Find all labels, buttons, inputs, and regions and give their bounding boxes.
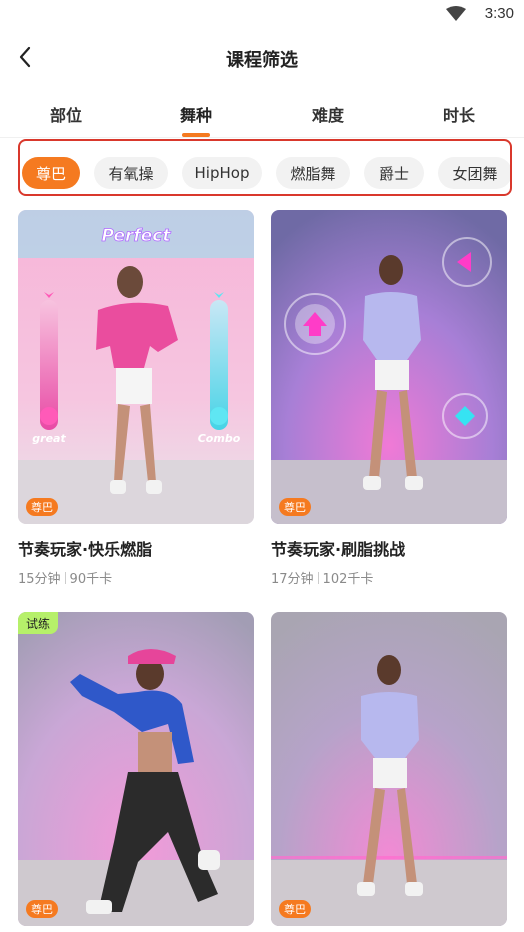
course-calories: 90千卡: [69, 572, 113, 587]
meta-divider: [64, 571, 66, 584]
header: 课程筛选: [0, 34, 524, 80]
course-card[interactable]: Perfect great Combo 尊巴 节奏玩家·快乐燃脂 15分钟 90…: [18, 210, 254, 587]
course-meta: 15分钟 90千卡: [18, 568, 254, 587]
trial-badge: 试练: [18, 612, 59, 634]
course-thumbnail[interactable]: 试练 尊巴: [18, 612, 254, 926]
course-duration: 17分钟: [271, 572, 314, 587]
course-title[interactable]: 节奏玩家·刷脂挑战: [271, 536, 507, 560]
great-label: great: [32, 432, 66, 445]
status-bar: 3:30: [0, 0, 524, 28]
tab-difficulty[interactable]: 难度: [288, 102, 368, 126]
course-card[interactable]: 试练 尊巴: [18, 612, 254, 926]
tab-dance-type[interactable]: 舞种: [156, 102, 236, 126]
active-tab-indicator: [182, 133, 210, 137]
chip-hiphop[interactable]: HipHop: [182, 157, 262, 189]
course-card[interactable]: 尊巴 节奏玩家·刷脂挑战 17分钟 102千卡: [271, 210, 507, 587]
wifi-icon: [446, 6, 466, 21]
dancer-image: Perfect great Combo: [18, 210, 254, 524]
chip-jazz[interactable]: 爵士: [364, 157, 424, 189]
dancer-image: [18, 612, 254, 926]
dance-type-badge: 尊巴: [26, 498, 58, 516]
course-calories: 102千卡: [322, 572, 374, 587]
course-thumbnail[interactable]: 尊巴: [271, 612, 507, 926]
meta-divider: [317, 571, 319, 584]
perfect-label: Perfect: [101, 226, 171, 246]
chip-girl-group-dance[interactable]: 女团舞: [438, 157, 510, 189]
dancer-image: [271, 210, 507, 524]
dance-type-badge: 尊巴: [279, 498, 311, 516]
page-title: 课程筛选: [226, 50, 298, 71]
status-time: 3:30: [484, 5, 514, 22]
dancer-image: [271, 612, 507, 926]
tab-body-part[interactable]: 部位: [26, 102, 106, 126]
course-duration: 15分钟: [18, 572, 61, 587]
chip-zumba[interactable]: 尊巴: [22, 157, 80, 189]
dance-type-filter-row: 尊巴 有氧操 HipHop 燃脂舞 爵士 女团舞: [18, 139, 512, 196]
dance-type-badge: 尊巴: [279, 900, 311, 918]
chip-fat-burning-dance[interactable]: 燃脂舞: [276, 157, 350, 189]
combo-label: Combo: [198, 432, 241, 445]
tab-duration[interactable]: 时长: [419, 102, 499, 126]
course-card[interactable]: 尊巴: [271, 612, 507, 926]
category-tabs: 部位 舞种 难度 时长: [0, 92, 524, 138]
dance-type-badge: 尊巴: [26, 900, 58, 918]
course-meta: 17分钟 102千卡: [271, 568, 507, 587]
course-thumbnail[interactable]: Perfect great Combo 尊巴: [18, 210, 254, 524]
chip-aerobics[interactable]: 有氧操: [94, 157, 168, 189]
course-thumbnail[interactable]: 尊巴: [271, 210, 507, 524]
course-title[interactable]: 节奏玩家·快乐燃脂: [18, 536, 254, 560]
